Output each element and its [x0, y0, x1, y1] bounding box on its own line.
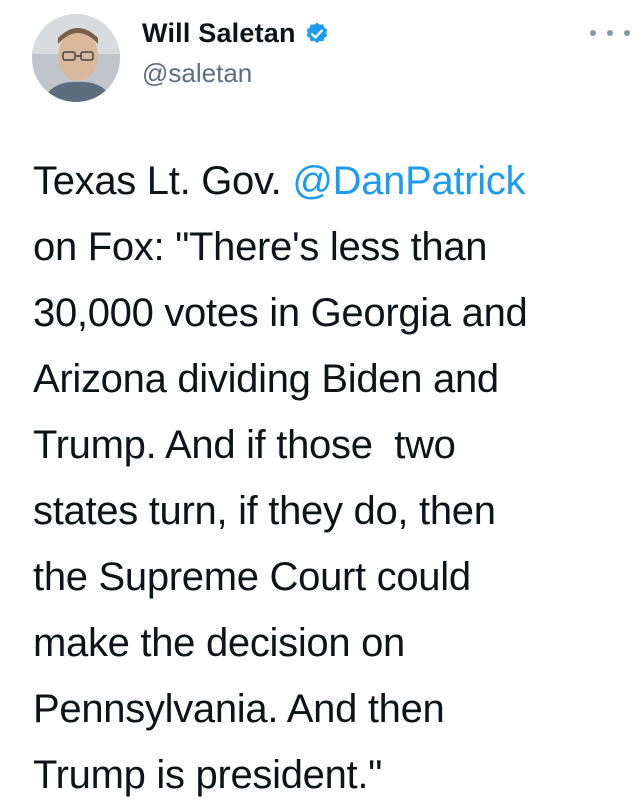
- author-name-row[interactable]: Will Saletan: [142, 18, 330, 49]
- author-avatar[interactable]: [32, 14, 120, 102]
- mention-link[interactable]: @DanPatrick: [292, 159, 525, 203]
- more-dot: [590, 30, 596, 36]
- tweet-header: Will Saletan @saletan: [30, 10, 630, 102]
- author-name[interactable]: Will Saletan: [142, 18, 296, 49]
- tweet-text-part1: Texas Lt. Gov.: [33, 159, 293, 203]
- more-dot: [624, 30, 630, 36]
- author-handle[interactable]: @saletan: [142, 58, 252, 89]
- verified-badge-icon: [304, 21, 330, 47]
- tweet-text-part2: on Fox: "There's less than 30,000 votes …: [33, 225, 528, 797]
- tweet-text: Texas Lt. Gov. @DanPatrick on Fox: "Ther…: [33, 148, 613, 808]
- more-dot: [607, 30, 613, 36]
- more-options-icon[interactable]: [590, 24, 630, 42]
- profile-photo-icon: [32, 14, 120, 102]
